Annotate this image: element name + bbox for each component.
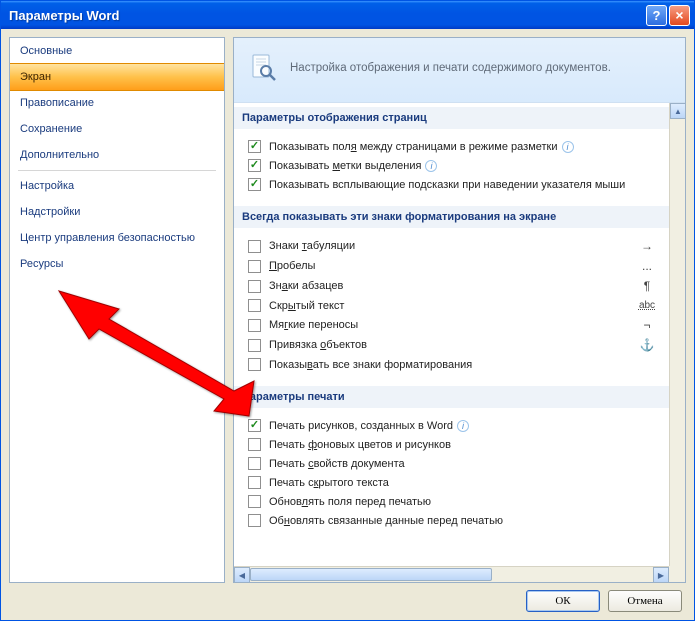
option-label[interactable]: Пробелы — [269, 260, 627, 272]
option-label[interactable]: Показывать поля между страницами в режим… — [269, 141, 659, 153]
checkbox[interactable] — [248, 495, 261, 508]
sidebar-item-customize[interactable]: Настройка — [10, 173, 224, 199]
sidebar-item-general[interactable]: Основные — [10, 38, 224, 64]
checkbox[interactable] — [248, 514, 261, 527]
formatting-symbol: → — [635, 239, 659, 253]
section-print-header: Параметры печати — [234, 386, 669, 408]
checkbox[interactable] — [248, 419, 261, 432]
page-magnifier-icon — [248, 52, 280, 84]
option-row: Печать скрытого текста — [248, 473, 659, 492]
content-header: Настройка отображения и печати содержимо… — [234, 38, 685, 103]
checkbox[interactable] — [248, 339, 261, 352]
formatting-symbol: ⚓ — [635, 338, 659, 352]
option-row: Печать свойств документа — [248, 454, 659, 473]
formatting-symbol: abc — [635, 300, 659, 311]
option-label[interactable]: Показывать метки выделенияi — [269, 160, 659, 172]
formatting-symbol: ¶ — [635, 279, 659, 293]
sidebar-item-resources[interactable]: Ресурсы — [10, 251, 224, 277]
close-button[interactable]: × — [669, 5, 690, 26]
checkbox[interactable] — [248, 140, 261, 153]
checkbox[interactable] — [248, 438, 261, 451]
checkbox[interactable] — [248, 260, 261, 273]
content-panel: Настройка отображения и печати содержимо… — [233, 37, 686, 583]
section-formatting-header: Всегда показывать эти знаки форматирован… — [234, 206, 669, 228]
option-label[interactable]: Обновлять связанные данные перед печатью — [269, 515, 659, 527]
option-label[interactable]: Печать скрытого текста — [269, 477, 659, 489]
sidebar-item-save[interactable]: Сохранение — [10, 116, 224, 142]
checkbox[interactable] — [248, 159, 261, 172]
sidebar-item-display[interactable]: Экран — [9, 63, 225, 91]
checkbox[interactable] — [248, 299, 261, 312]
option-label[interactable]: Показывать все знаки форматирования — [269, 359, 627, 371]
checkbox[interactable] — [248, 358, 261, 371]
option-label[interactable]: Обновлять поля перед печатью — [269, 496, 659, 508]
sidebar: Основные Экран Правописание Сохранение Д… — [9, 37, 225, 583]
option-row: Мягкие переносы ¬ — [248, 315, 659, 335]
sidebar-item-advanced[interactable]: Дополнительно — [10, 142, 224, 168]
titlebar: Параметры Word ? × — [1, 1, 694, 29]
option-row: Обновлять связанные данные перед печатью — [248, 511, 659, 530]
option-label[interactable]: Печать свойств документа — [269, 458, 659, 470]
ok-button[interactable]: ОК — [526, 590, 600, 612]
option-row: Знаки табуляции → — [248, 236, 659, 256]
section-display-header: Параметры отображения страниц — [234, 107, 669, 129]
help-button[interactable]: ? — [646, 5, 667, 26]
option-row: Печать рисунков, созданных в Wordi — [248, 416, 659, 435]
option-row: Печать фоновых цветов и рисунков — [248, 435, 659, 454]
formatting-symbol: ¬ — [635, 318, 659, 332]
checkbox[interactable] — [248, 319, 261, 332]
sidebar-item-addins[interactable]: Надстройки — [10, 199, 224, 225]
option-row: Показывать метки выделенияi — [248, 156, 659, 175]
option-label[interactable]: Знаки табуляции — [269, 240, 627, 252]
horizontal-scrollbar[interactable]: ◀ ▶ — [234, 566, 669, 582]
scroll-corner — [669, 566, 685, 582]
option-row: Показывать все знаки форматирования — [248, 355, 659, 374]
option-row: Привязка объектов ⚓ — [248, 335, 659, 355]
scroll-right-button[interactable]: ▶ — [653, 567, 669, 582]
checkbox[interactable] — [248, 240, 261, 253]
checkbox[interactable] — [248, 178, 261, 191]
option-label[interactable]: Мягкие переносы — [269, 319, 627, 331]
option-label[interactable]: Печать рисунков, созданных в Wordi — [269, 420, 659, 432]
info-icon: i — [562, 141, 574, 153]
option-label[interactable]: Привязка объектов — [269, 339, 627, 351]
option-label[interactable]: Печать фоновых цветов и рисунков — [269, 439, 659, 451]
formatting-symbol: ... — [635, 259, 659, 273]
vertical-scrollbar[interactable]: ▲ — [669, 103, 685, 566]
info-icon: i — [425, 160, 437, 172]
option-row: Скрытый текст abc — [248, 296, 659, 315]
content-header-text: Настройка отображения и печати содержимо… — [290, 62, 611, 74]
option-label[interactable]: Показывать всплывающие подсказки при нав… — [269, 179, 659, 191]
option-row: Показывать поля между страницами в режим… — [248, 137, 659, 156]
info-icon: i — [457, 420, 469, 432]
option-row: Знаки абзацев ¶ — [248, 276, 659, 296]
option-label[interactable]: Скрытый текст — [269, 300, 627, 312]
option-row: Пробелы... — [248, 256, 659, 276]
checkbox[interactable] — [248, 476, 261, 489]
window-title: Параметры Word — [9, 8, 646, 23]
option-row: Показывать всплывающие подсказки при нав… — [248, 175, 659, 194]
cancel-button[interactable]: Отмена — [608, 590, 682, 612]
scroll-thumb[interactable] — [250, 568, 492, 581]
option-row: Обновлять поля перед печатью — [248, 492, 659, 511]
option-label[interactable]: Знаки абзацев — [269, 280, 627, 292]
checkbox[interactable] — [248, 280, 261, 293]
scroll-up-button[interactable]: ▲ — [670, 103, 685, 119]
sidebar-separator — [18, 170, 216, 171]
scroll-left-button[interactable]: ◀ — [234, 567, 250, 582]
sidebar-item-proofing[interactable]: Правописание — [10, 90, 224, 116]
checkbox[interactable] — [248, 457, 261, 470]
sidebar-item-trust[interactable]: Центр управления безопасностью — [10, 225, 224, 251]
